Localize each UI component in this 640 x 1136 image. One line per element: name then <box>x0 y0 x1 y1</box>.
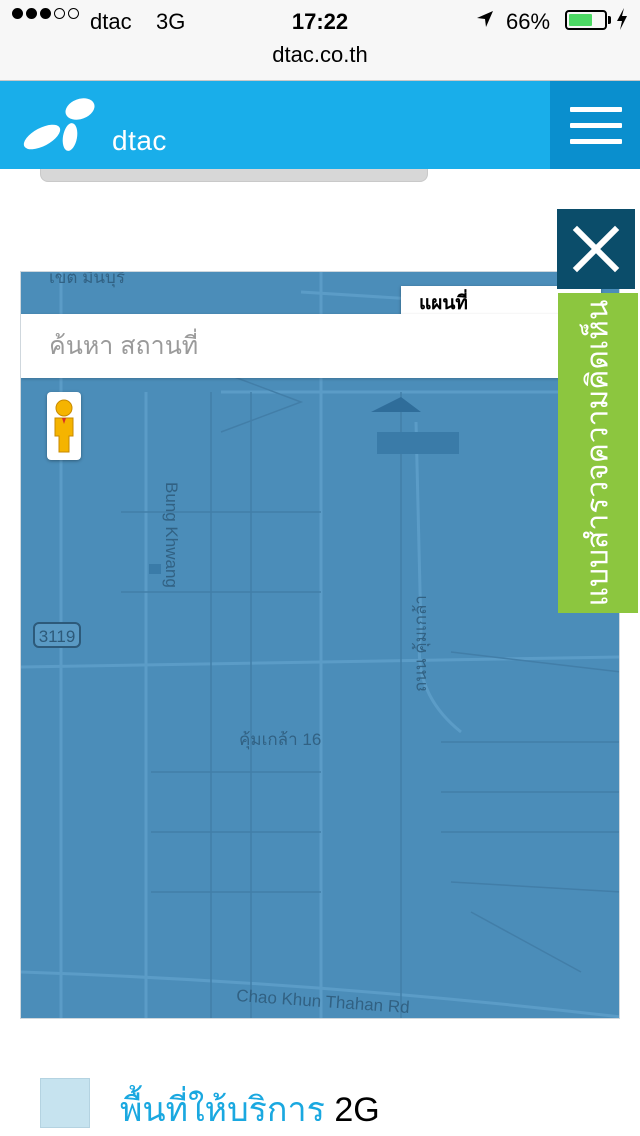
dtac-logo[interactable]: dtac <box>20 95 166 156</box>
battery-percent: 66% <box>506 9 551 34</box>
address-url[interactable]: dtac.co.th <box>0 42 640 68</box>
map-label-bung-khwang: Bung Khwang <box>162 482 181 588</box>
map-label-khum-klao-16: คุ้มเกล้า 16 <box>239 730 322 749</box>
close-icon <box>572 225 620 273</box>
legend-swatch-2g <box>40 1078 90 1128</box>
battery-icon <box>565 10 607 30</box>
map-search-box[interactable] <box>21 314 581 378</box>
map-search-input[interactable] <box>21 314 581 378</box>
feedback-survey-tab[interactable]: แบบสำรวจความคิดเห็น <box>558 293 638 613</box>
pegman-street-view-icon <box>54 399 74 453</box>
close-feedback-button[interactable] <box>557 209 635 289</box>
status-bar: dtac 3G 17:22 66% <box>0 0 640 42</box>
map-view[interactable]: เขต มีนบุรี Bung Khwang ถนน คุ้มเกล้า คุ… <box>20 271 620 1019</box>
map-label-khum-klao-road: ถนน คุ้มเกล้า <box>411 595 430 692</box>
collapsed-panel-edge <box>40 169 428 182</box>
hamburger-menu-button[interactable] <box>550 81 640 169</box>
street-view-button[interactable] <box>47 392 81 460</box>
route-number-badge: 3119 <box>33 622 81 648</box>
legend-label: พื้นที่ให้บริการ 2G <box>120 1082 380 1136</box>
map-roads <box>21 272 619 1018</box>
site-header: dtac <box>0 81 640 169</box>
legend-label-thai: พื้นที่ให้บริการ <box>120 1091 325 1129</box>
charging-bolt-icon <box>617 8 627 30</box>
location-arrow-icon <box>477 11 493 27</box>
feedback-tab-label: แบบสำรวจความคิดเห็น <box>581 299 615 607</box>
legend-label-gen: 2G <box>334 1091 380 1129</box>
address-bar[interactable]: dtac.co.th <box>0 42 640 81</box>
brand-name: dtac <box>112 125 167 156</box>
dtac-logo-icon <box>23 98 95 151</box>
map-label-district: เขต มีนบุรี <box>49 271 125 287</box>
